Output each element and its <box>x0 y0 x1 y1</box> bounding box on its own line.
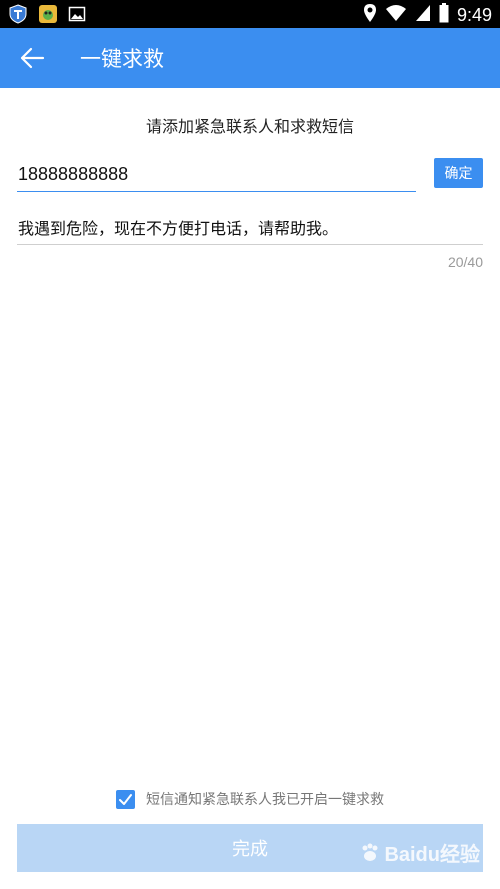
instruction-text: 请添加紧急联系人和求救短信 <box>145 117 354 136</box>
arrow-left-icon <box>20 47 45 69</box>
confirm-button[interactable]: 确定 <box>434 158 483 188</box>
page-title: 一键求救 <box>80 47 164 71</box>
game-app-icon <box>38 4 58 28</box>
notify-label: 短信通知紧急联系人我已开启一键求救 <box>146 792 384 808</box>
clock: 9:49 <box>456 4 492 25</box>
status-bar: 9:49 <box>0 0 500 28</box>
wifi-icon <box>385 4 407 26</box>
system-icons: 9:49 <box>363 3 492 27</box>
sos-message-input[interactable] <box>17 210 483 245</box>
phone-number-input[interactable] <box>17 157 416 192</box>
character-counter: 20/40 <box>447 254 483 270</box>
app-bar: 一键求救 <box>0 28 500 88</box>
notify-option: 短信通知紧急联系人我已开启一键求救 <box>0 789 500 809</box>
gallery-icon <box>68 5 86 27</box>
checkmark-icon <box>119 793 132 805</box>
shield-app-icon <box>8 4 28 28</box>
back-button[interactable] <box>12 42 52 74</box>
battery-icon <box>439 3 449 27</box>
done-button[interactable]: 完成 <box>17 824 483 872</box>
signal-icon <box>415 4 431 26</box>
notify-checkbox[interactable] <box>116 789 135 809</box>
notification-icons <box>8 4 86 28</box>
location-pin-icon <box>363 3 377 27</box>
